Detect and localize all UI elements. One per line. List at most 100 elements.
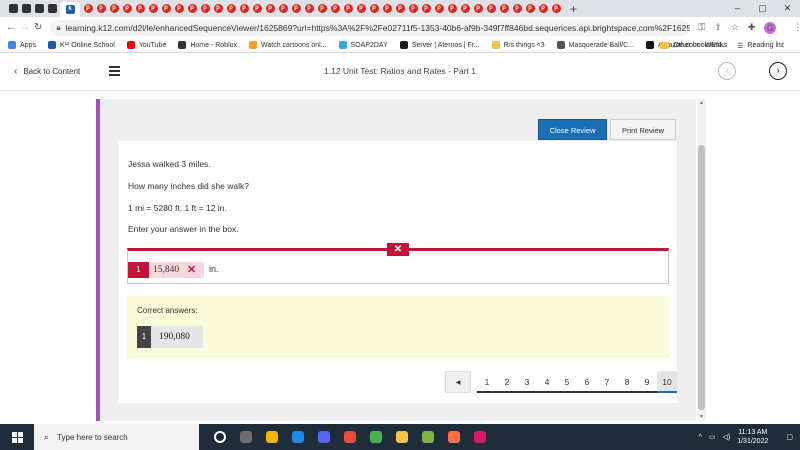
browser-tab[interactable]: p: [434, 3, 444, 15]
tray-chevron-icon[interactable]: ^: [699, 434, 702, 441]
bookmark-item[interactable]: Apps: [8, 41, 36, 49]
browser-tab[interactable]: p: [460, 3, 470, 15]
taskbar-app[interactable]: [389, 424, 415, 450]
close-window-icon[interactable]: ✕: [775, 0, 800, 17]
bookmark-item[interactable]: Masquerade Ball/C...: [556, 41, 634, 49]
menu-dots-icon[interactable]: ⋮: [793, 22, 800, 33]
taskbar-app[interactable]: [259, 424, 285, 450]
close-review-button[interactable]: Close Review: [538, 119, 607, 140]
taskbar-app[interactable]: [337, 424, 363, 450]
browser-tab[interactable]: p: [265, 3, 275, 15]
browser-tab[interactable]: p: [148, 3, 158, 15]
star-icon[interactable]: ☆: [731, 22, 739, 33]
browser-tab[interactable]: p: [122, 3, 132, 15]
browser-tab[interactable]: [34, 3, 44, 15]
reading-list[interactable]: ☰ Reading list: [737, 42, 784, 50]
bookmark-item[interactable]: Watch cartoons onl...: [249, 41, 327, 49]
browser-tab[interactable]: p: [161, 3, 171, 15]
browser-tab[interactable]: p: [382, 3, 392, 15]
browser-tab[interactable]: p: [343, 3, 353, 15]
network-icon[interactable]: ▭: [709, 433, 716, 441]
pager-page-6[interactable]: 6: [577, 371, 597, 393]
browser-tab[interactable]: p: [499, 3, 509, 15]
share-icon[interactable]: ⇪: [714, 22, 722, 33]
previous-activity-button[interactable]: ‹: [718, 62, 736, 80]
key-icon[interactable]: ⚿: [698, 22, 705, 33]
bookmark-item[interactable]: Home - Roblox: [178, 41, 237, 49]
url-bar[interactable]: 🔒︎ learning.k12.com/d2l/le/enhancedSeque…: [50, 19, 691, 36]
browser-tab[interactable]: p: [512, 3, 522, 15]
browser-tab[interactable]: p: [291, 3, 301, 15]
browser-tab[interactable]: p: [538, 3, 548, 15]
taskbar-app[interactable]: [467, 424, 493, 450]
scroll-up-icon[interactable]: ▲: [697, 100, 706, 106]
taskbar-search[interactable]: ⌕ Type here to search: [34, 424, 199, 450]
browser-tab[interactable]: p: [473, 3, 483, 15]
taskbar-app[interactable]: [285, 424, 311, 450]
pager-page-1[interactable]: 1: [477, 371, 497, 393]
browser-tab[interactable]: p: [551, 3, 561, 15]
browser-tab[interactable]: [21, 3, 31, 15]
browser-tab-active[interactable]: k: [60, 2, 80, 17]
browser-tab[interactable]: p: [83, 3, 93, 15]
pager-page-10[interactable]: 10: [657, 371, 677, 393]
taskbar-app[interactable]: [441, 424, 467, 450]
pager-prev-button[interactable]: ◀: [445, 371, 471, 393]
browser-tab[interactable]: p: [486, 3, 496, 15]
scroll-down-icon[interactable]: ▼: [697, 414, 706, 420]
minimize-icon[interactable]: –: [725, 0, 750, 17]
new-tab-button[interactable]: +: [570, 2, 577, 16]
notifications-icon[interactable]: ▢: [786, 433, 793, 441]
browser-tab[interactable]: p: [395, 3, 405, 15]
scrollbar[interactable]: ▲ ▼: [697, 99, 706, 421]
bookmark-item[interactable]: R/s things <3: [491, 41, 545, 49]
browser-tab[interactable]: p: [278, 3, 288, 15]
volume-icon[interactable]: ◁): [723, 433, 731, 441]
browser-tab[interactable]: p: [525, 3, 535, 15]
bookmark-item[interactable]: YouTube: [126, 41, 166, 49]
back-arrow-icon[interactable]: ←: [6, 22, 16, 33]
extensions-icon[interactable]: ✚: [748, 22, 756, 33]
taskbar-app[interactable]: [233, 424, 259, 450]
print-review-button[interactable]: Print Review: [610, 119, 676, 140]
browser-tab[interactable]: [47, 3, 57, 15]
profile-avatar[interactable]: G: [764, 21, 777, 34]
pager-page-8[interactable]: 8: [617, 371, 637, 393]
browser-tab[interactable]: p: [421, 3, 431, 15]
browser-tab[interactable]: p: [135, 3, 145, 15]
browser-tab[interactable]: p: [200, 3, 210, 15]
pager-page-3[interactable]: 3: [517, 371, 537, 393]
maximize-icon[interactable]: ▢: [750, 0, 775, 17]
browser-tab[interactable]: p: [213, 3, 223, 15]
pager-page-7[interactable]: 7: [597, 371, 617, 393]
browser-tab[interactable]: p: [330, 3, 340, 15]
bookmark-item[interactable]: SOAP2DAY: [338, 41, 388, 49]
browser-tab[interactable]: p: [447, 3, 457, 15]
pager-page-5[interactable]: 5: [557, 371, 577, 393]
taskbar-app[interactable]: [311, 424, 337, 450]
browser-tab[interactable]: p: [252, 3, 262, 15]
bookmark-item[interactable]: Server | Aternos | Fr...: [399, 41, 480, 49]
browser-tab[interactable]: p: [187, 3, 197, 15]
windows-start-button[interactable]: [0, 424, 34, 450]
browser-tab[interactable]: p: [96, 3, 106, 15]
browser-tab[interactable]: p: [408, 3, 418, 15]
other-bookmarks[interactable]: Other bookmarks: [660, 42, 727, 49]
pager-page-2[interactable]: 2: [497, 371, 517, 393]
reload-icon[interactable]: ↻: [34, 22, 42, 33]
clock[interactable]: 11:13 AM 1/31/2022: [737, 428, 768, 446]
browser-tab[interactable]: p: [109, 3, 119, 15]
pager-page-4[interactable]: 4: [537, 371, 557, 393]
taskbar-app[interactable]: [363, 424, 389, 450]
browser-tab[interactable]: p: [356, 3, 366, 15]
taskbar-app[interactable]: [207, 424, 233, 450]
bookmarks-more-button[interactable]: »: [647, 42, 651, 49]
pager-page-9[interactable]: 9: [637, 371, 657, 393]
browser-tab[interactable]: p: [369, 3, 379, 15]
bookmark-item[interactable]: K¹² Online School: [47, 41, 115, 49]
browser-tab[interactable]: p: [239, 3, 249, 15]
scrollbar-thumb[interactable]: [698, 145, 705, 410]
browser-tab[interactable]: p: [226, 3, 236, 15]
browser-tab[interactable]: p: [174, 3, 184, 15]
browser-tab[interactable]: p: [317, 3, 327, 15]
